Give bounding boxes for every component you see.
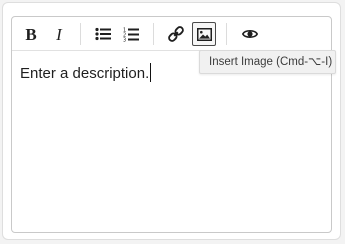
link-icon [168, 26, 184, 42]
numbered-list-button[interactable]: 1 2 3 [119, 22, 143, 46]
italic-icon: I [56, 24, 62, 44]
insert-image-button[interactable] [192, 22, 216, 46]
svg-text:3: 3 [123, 37, 126, 42]
bulleted-list-icon [95, 27, 111, 41]
editor-content[interactable]: Enter a description. [20, 63, 152, 83]
text-caret [150, 63, 152, 82]
toolbar-separator [80, 23, 81, 45]
link-button[interactable] [164, 22, 188, 46]
eye-icon [242, 30, 258, 38]
insert-image-tooltip: Insert Image (Cmd-⌥-I) [199, 50, 336, 74]
image-icon [196, 27, 212, 41]
bold-button[interactable]: B [19, 22, 43, 46]
editor-toolbar: B I 1 2 3 [12, 17, 331, 51]
tooltip-text: Insert Image (Cmd-⌥-I) [209, 56, 333, 68]
numbered-list-icon: 1 2 3 [123, 27, 139, 42]
italic-button[interactable]: I [47, 22, 71, 46]
toolbar-separator [226, 23, 227, 45]
bulleted-list-button[interactable] [91, 22, 115, 46]
toolbar-separator [153, 23, 154, 45]
editor-panel: B I 1 2 3 Enter a description. [2, 2, 341, 240]
preview-button[interactable] [238, 22, 262, 46]
bold-icon: B [25, 24, 37, 44]
markdown-editor: B I 1 2 3 Enter a description. [11, 16, 332, 233]
description-text: Enter a description. [20, 65, 150, 82]
